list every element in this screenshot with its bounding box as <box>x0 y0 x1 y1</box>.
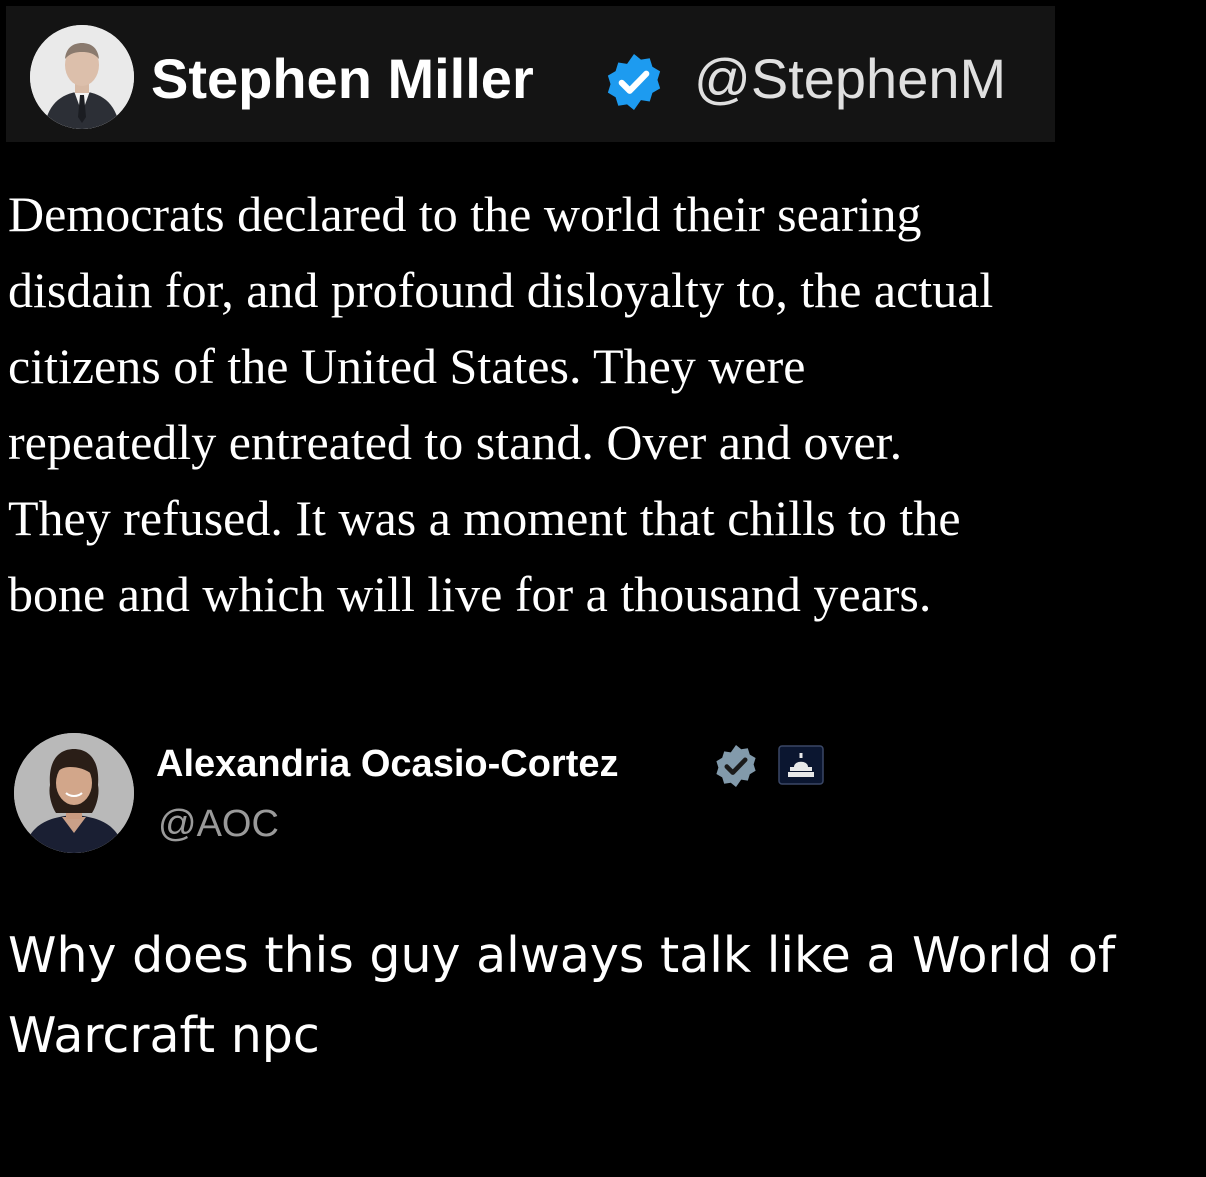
capitol-building-icon[interactable] <box>778 745 824 785</box>
aoc-avatar[interactable] <box>14 733 134 853</box>
verified-check-icon <box>712 742 760 790</box>
person-avatar-icon <box>30 25 134 129</box>
verified-check-icon <box>602 50 666 114</box>
reply-author-handle[interactable]: @AOC <box>158 800 279 848</box>
stephen-miller-avatar[interactable] <box>30 25 134 129</box>
reply-author-name[interactable]: Alexandria Ocasio-Cortez <box>156 740 618 788</box>
person-avatar-icon <box>14 733 134 853</box>
original-post-text: Democrats declared to the world their se… <box>8 186 994 622</box>
reply-text: Why does this guy always talk like a Wor… <box>8 927 1116 1064</box>
author-handle[interactable]: @StephenM <box>694 44 1006 114</box>
author-name[interactable]: Stephen Miller <box>151 44 534 114</box>
